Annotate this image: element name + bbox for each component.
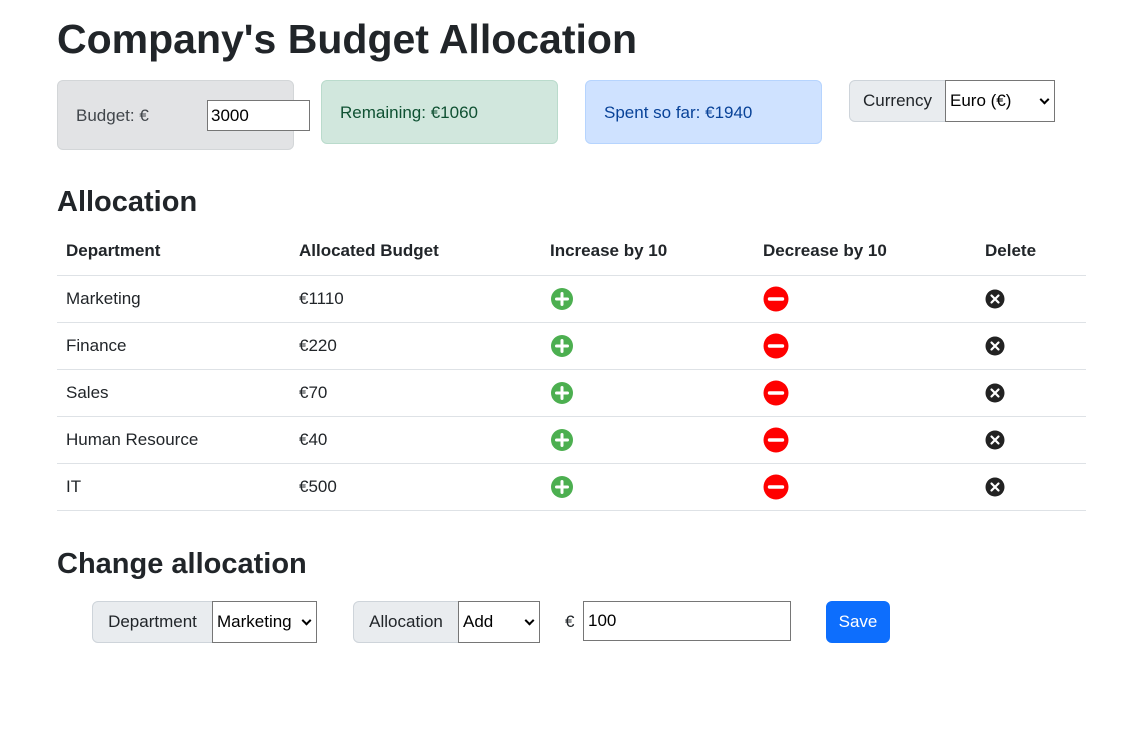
chevron-down-icon [524, 615, 535, 626]
allocation-table: Department Allocated Budget Increase by … [57, 228, 1086, 511]
delete-cell [976, 416, 1086, 464]
currency-selected-value: Euro (€) [950, 91, 1012, 110]
plus-circle-icon[interactable] [550, 428, 574, 452]
column-header-allocated-budget: Allocated Budget [290, 228, 541, 276]
minus-circle-icon[interactable] [763, 286, 789, 312]
spent-text: Spent so far: €1940 [604, 103, 753, 122]
department-select[interactable]: Marketing [212, 601, 317, 643]
allocation-selected-value: Add [463, 612, 494, 631]
x-circle-icon[interactable] [985, 336, 1005, 356]
table-row: Finance €220 [57, 322, 1086, 370]
column-header-increase: Increase by 10 [541, 228, 754, 276]
plus-circle-icon[interactable] [550, 334, 574, 358]
budget-panel: Budget: € [57, 80, 310, 150]
allocation-heading: Allocation [57, 186, 198, 218]
department-label: Department [92, 601, 213, 643]
decrease-cell [754, 322, 976, 370]
department-selected-value: Marketing [217, 612, 292, 631]
column-header-decrease: Decrease by 10 [754, 228, 976, 276]
budget-cell: €220 [290, 322, 541, 370]
table-row: Human Resource €40 [57, 416, 1086, 464]
minus-circle-icon[interactable] [763, 333, 789, 359]
column-header-department: Department [57, 228, 290, 276]
delete-cell [976, 369, 1086, 417]
budget-cell: €1110 [290, 275, 541, 323]
spent-panel: Spent so far: €1940 [585, 80, 822, 144]
department-cell: Human Resource [57, 416, 290, 464]
decrease-cell [754, 416, 976, 464]
table-row: IT €500 [57, 463, 1086, 511]
table-header-row: Department Allocated Budget Increase by … [57, 228, 1086, 276]
x-circle-icon[interactable] [985, 477, 1005, 497]
department-cell: IT [57, 463, 290, 511]
plus-circle-icon[interactable] [550, 475, 574, 499]
currency-label: Currency [849, 80, 946, 122]
department-cell: Sales [57, 369, 290, 417]
remaining-panel: Remaining: €1060 [321, 80, 558, 144]
increase-cell [541, 369, 754, 417]
x-circle-icon[interactable] [985, 430, 1005, 450]
chevron-down-icon [301, 615, 312, 626]
x-circle-icon[interactable] [985, 383, 1005, 403]
increase-cell [541, 416, 754, 464]
currency-symbol: € [565, 612, 575, 631]
budget-input[interactable] [207, 100, 310, 131]
allocation-type-select[interactable]: Add [458, 601, 540, 643]
minus-circle-icon[interactable] [763, 427, 789, 453]
table-row: Marketing €1110 [57, 275, 1086, 323]
amount-input[interactable] [583, 601, 791, 641]
allocation-label: Allocation [353, 601, 459, 643]
budget-cell: €500 [290, 463, 541, 511]
save-button[interactable]: Save [826, 601, 890, 643]
increase-cell [541, 322, 754, 370]
remaining-text: Remaining: €1060 [340, 103, 478, 122]
minus-circle-icon[interactable] [763, 474, 789, 500]
increase-cell [541, 275, 754, 323]
delete-cell [976, 275, 1086, 323]
decrease-cell [754, 463, 976, 511]
decrease-cell [754, 275, 976, 323]
column-header-delete: Delete [976, 228, 1086, 276]
change-allocation-heading: Change allocation [57, 548, 307, 580]
chevron-down-icon [1039, 94, 1050, 105]
department-cell: Marketing [57, 275, 290, 323]
budget-cell: €40 [290, 416, 541, 464]
currency-select[interactable]: Euro (€) [945, 80, 1055, 122]
table-row: Sales €70 [57, 369, 1086, 417]
delete-cell [976, 322, 1086, 370]
budget-cell: €70 [290, 369, 541, 417]
x-circle-icon[interactable] [985, 289, 1005, 309]
department-cell: Finance [57, 322, 290, 370]
page-title: Company's Budget Allocation [57, 16, 637, 62]
decrease-cell [754, 369, 976, 417]
budget-label: Budget: € [76, 106, 149, 125]
plus-circle-icon[interactable] [550, 381, 574, 405]
plus-circle-icon[interactable] [550, 287, 574, 311]
minus-circle-icon[interactable] [763, 380, 789, 406]
increase-cell [541, 463, 754, 511]
delete-cell [976, 463, 1086, 511]
